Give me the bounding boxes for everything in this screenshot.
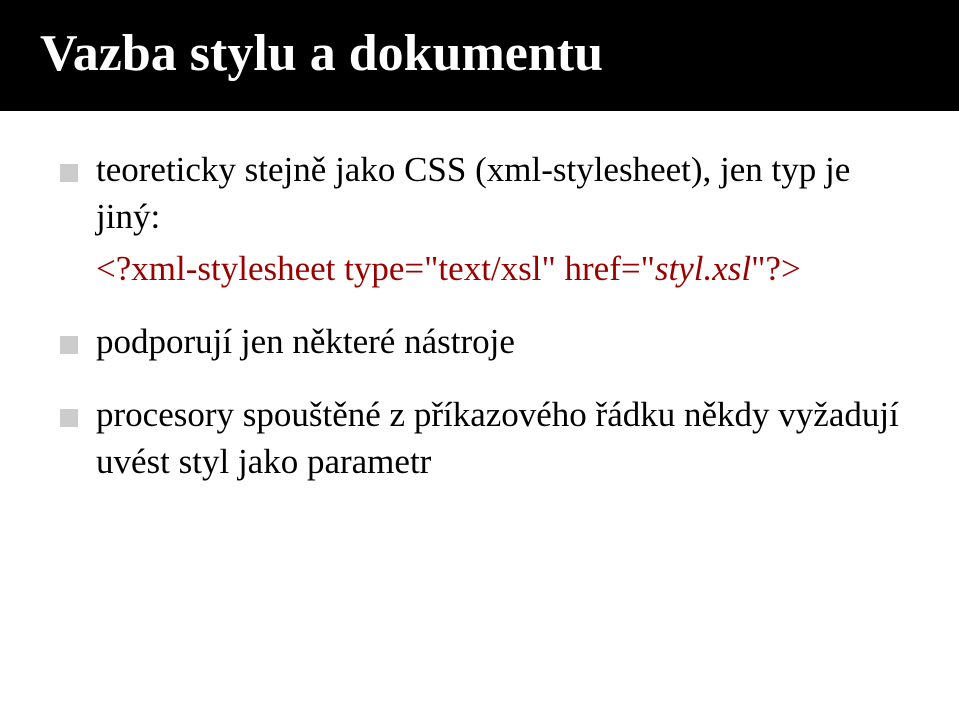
bullet-list: teoreticky stejně jako CSS (xml-styleshe… bbox=[60, 146, 899, 486]
bullet-2: podporují jen některé nástroje bbox=[60, 318, 899, 365]
bullet-1-code-pre: <?xml-stylesheet type="text/xsl" href=" bbox=[96, 249, 655, 288]
title-bar: Vazba stylu a dokumentu bbox=[0, 0, 959, 111]
bullet-1: teoreticky stejně jako CSS (xml-styleshe… bbox=[60, 146, 899, 292]
bullet-1-text: teoreticky stejně jako CSS (xml-styleshe… bbox=[96, 150, 850, 236]
bullet-3: procesory spouštěné z příkazového řádku … bbox=[60, 391, 899, 486]
slide-title: Vazba stylu a dokumentu bbox=[40, 24, 919, 83]
bullet-1-code: <?xml-stylesheet type="text/xsl" href="s… bbox=[96, 245, 899, 292]
bullet-1-code-post: "?> bbox=[751, 249, 801, 288]
slide-content: teoreticky stejně jako CSS (xml-styleshe… bbox=[0, 111, 959, 486]
bullet-1-code-ital: styl.xsl bbox=[655, 249, 751, 288]
